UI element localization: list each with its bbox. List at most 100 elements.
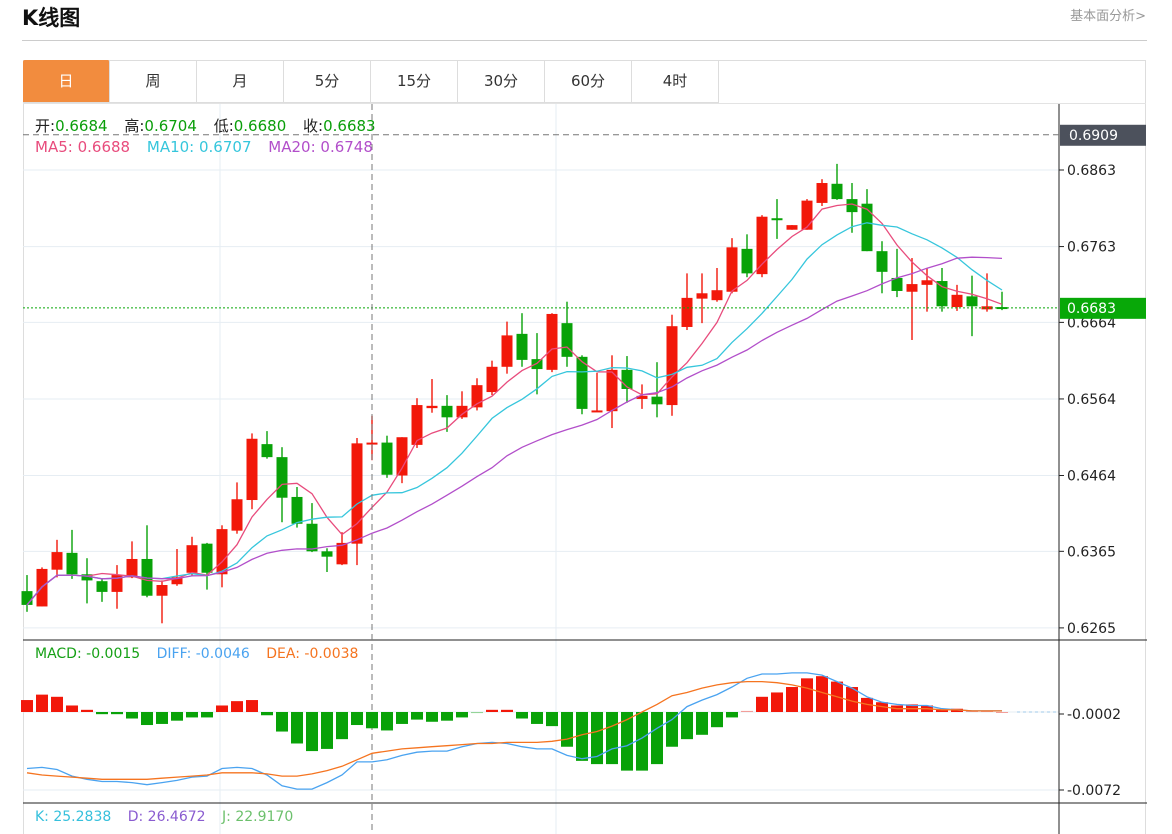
candle-body	[951, 294, 963, 308]
macd-bar	[156, 712, 168, 724]
macd-bar	[171, 712, 183, 721]
candle	[591, 372, 603, 413]
macd-bar	[366, 712, 378, 729]
candle	[786, 225, 798, 230]
macd-bar	[651, 712, 663, 765]
candle-body	[441, 405, 453, 418]
macd-bar	[456, 712, 468, 718]
ma5-value: 0.6688	[77, 138, 131, 156]
candle	[306, 503, 318, 553]
candle	[96, 578, 108, 602]
open-label: 开:	[35, 117, 56, 135]
macd-bar	[546, 712, 558, 727]
candle-body	[651, 396, 663, 405]
macd-bar	[771, 692, 783, 712]
candle	[21, 575, 33, 612]
candle	[966, 275, 978, 337]
candle-body	[321, 551, 333, 557]
candle	[891, 248, 903, 298]
candle-body	[831, 183, 843, 200]
candle-body	[921, 280, 933, 285]
macd-bar	[726, 712, 738, 718]
candle	[186, 536, 198, 576]
candle	[171, 549, 183, 586]
candle-body	[201, 543, 213, 573]
macd-bar	[441, 712, 453, 721]
candle	[801, 199, 813, 230]
candle	[996, 291, 1008, 311]
candle-body	[741, 248, 753, 274]
candle	[246, 433, 258, 510]
candle	[321, 548, 333, 572]
candle-body	[501, 335, 513, 367]
candle-body	[486, 366, 498, 393]
candle	[666, 314, 678, 416]
candle-body	[246, 438, 258, 501]
macd-bar	[126, 712, 138, 719]
candle-body	[861, 203, 873, 252]
macd-bar	[471, 712, 483, 714]
ma10-value: 0.6707	[199, 138, 252, 156]
candle-body	[96, 581, 108, 592]
candle	[621, 356, 633, 403]
candle	[921, 268, 933, 312]
candle	[561, 301, 573, 367]
candle	[711, 268, 723, 302]
ma20-label: MA20:	[268, 138, 316, 156]
candle	[816, 179, 828, 206]
candle	[471, 378, 483, 411]
macd-bar	[501, 709, 513, 712]
ma10-label: MA10:	[146, 138, 195, 156]
low-value: 0.6680	[233, 117, 287, 135]
macd-bar	[141, 712, 153, 726]
macd-bar	[786, 687, 798, 712]
candle-body	[276, 457, 288, 498]
macd-bar	[486, 709, 498, 712]
crosshair-price-label: 0.6909	[1069, 128, 1118, 144]
y-tick-label: 0.6365	[1067, 544, 1116, 560]
candle	[141, 525, 153, 598]
candle	[81, 558, 93, 604]
candle	[516, 313, 528, 367]
high-value: 0.6704	[144, 117, 197, 135]
candle	[261, 431, 273, 459]
candle-body	[591, 410, 603, 413]
macd-bar	[246, 700, 258, 712]
candle-body	[306, 523, 318, 552]
macd-bar	[741, 710, 753, 712]
j-label: J:	[222, 809, 231, 825]
candle	[336, 532, 348, 566]
candle-body	[996, 307, 1008, 310]
candle-body	[711, 290, 723, 301]
candle	[681, 273, 693, 331]
candle-body	[546, 313, 558, 370]
ohlc-info: 开:0.6684 高:0.6704 低:0.6680 收:0.6683	[35, 115, 376, 136]
macd-bar	[666, 712, 678, 747]
diff-label: DIFF:	[156, 646, 192, 662]
candle	[831, 163, 843, 200]
y-tick-label: 0.6464	[1067, 469, 1116, 485]
candle-body	[726, 247, 738, 292]
candle	[546, 313, 558, 373]
candle-body	[216, 529, 228, 575]
macd-bar	[756, 696, 768, 712]
candle-body	[801, 200, 813, 230]
macd-bar	[996, 712, 1008, 713]
macd-bar	[801, 678, 813, 712]
candle	[126, 541, 138, 579]
candle	[501, 321, 513, 374]
high-label: 高:	[124, 117, 145, 135]
y-tick-label: 0.6265	[1067, 621, 1116, 637]
candle-body	[126, 558, 138, 578]
candle	[216, 525, 228, 588]
macd-bar	[381, 712, 393, 731]
candle	[981, 273, 993, 312]
candle	[936, 268, 948, 312]
d-value: 26.4672	[147, 809, 206, 825]
macd-bar	[36, 694, 48, 712]
macd-bar	[351, 712, 363, 726]
ma10-line	[26, 222, 1003, 606]
diff-line	[26, 672, 1002, 790]
macd-info: MACD: -0.0015 DIFF: -0.0046 DEA: -0.0038	[35, 646, 358, 662]
macd-bar	[636, 712, 648, 771]
